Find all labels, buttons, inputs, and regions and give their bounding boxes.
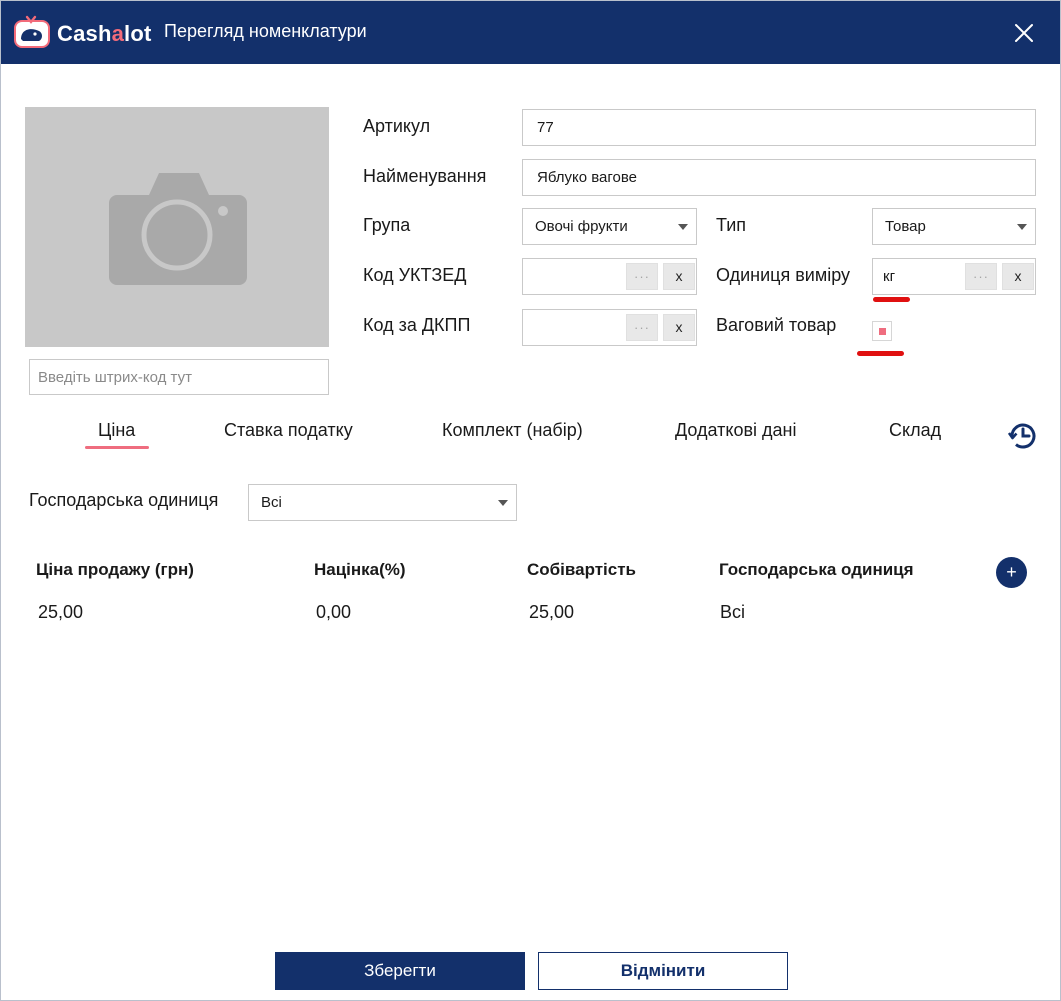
- tab-kit[interactable]: Комплект (набір): [442, 420, 583, 441]
- name-label: Найменування: [363, 166, 487, 186]
- brand-name: Cashalot: [57, 21, 152, 46]
- history-clock-icon: [1007, 423, 1036, 449]
- tab-additional-data[interactable]: Додаткові дані: [675, 420, 796, 441]
- unit-browse-button[interactable]: ···: [965, 263, 997, 290]
- tab-composition[interactable]: Склад: [889, 420, 941, 441]
- article-field[interactable]: 77: [522, 109, 1036, 146]
- cell-sale-price[interactable]: 25,00: [38, 602, 83, 623]
- dkpp-label: Код за ДКПП: [363, 315, 471, 335]
- close-icon: [1015, 24, 1033, 42]
- uktzed-browse-button[interactable]: ···: [626, 263, 658, 290]
- type-value: Товар: [885, 218, 926, 235]
- cell-markup[interactable]: 0,00: [316, 602, 351, 623]
- tab-price[interactable]: Ціна: [98, 420, 135, 441]
- weighted-label: Ваговий товар: [716, 315, 837, 335]
- uktzed-picker[interactable]: ··· x: [522, 258, 697, 295]
- title-bar: Cashalot Перегляд номенклатури: [1, 1, 1060, 64]
- group-select[interactable]: Овочі фрукти: [522, 208, 697, 245]
- camera-icon: [109, 173, 247, 285]
- unit-value: кг: [883, 268, 896, 285]
- uktzed-label: Код УКТЗЕД: [363, 265, 467, 285]
- chevron-down-icon: [1017, 224, 1027, 230]
- business-unit-select[interactable]: Всі: [248, 484, 517, 521]
- active-tab-indicator: [85, 446, 149, 449]
- cancel-button[interactable]: Відмінити: [538, 952, 788, 990]
- article-label: Артикул: [363, 116, 431, 136]
- cell-cost[interactable]: 25,00: [529, 602, 574, 623]
- dkpp-browse-button[interactable]: ···: [626, 314, 658, 341]
- plus-icon: +: [1006, 562, 1017, 582]
- column-header-cost: Собівартість: [527, 560, 637, 579]
- business-unit-value: Всі: [261, 494, 282, 511]
- item-photo-placeholder[interactable]: [25, 107, 329, 347]
- chevron-down-icon: [678, 224, 688, 230]
- annotation-underline-unit: [873, 297, 910, 302]
- window-title: Перегляд номенклатури: [164, 21, 367, 41]
- chevron-down-icon: [498, 500, 508, 506]
- column-header-business-unit: Господарська одиниця: [719, 560, 914, 579]
- save-button[interactable]: Зберегти: [275, 952, 525, 990]
- uktzed-clear-button[interactable]: x: [663, 263, 695, 290]
- dkpp-clear-button[interactable]: x: [663, 314, 695, 341]
- cashalot-logo: Cashalot: [13, 15, 151, 51]
- annotation-underline-weighted: [857, 351, 904, 356]
- name-field[interactable]: Яблуко вагове: [522, 159, 1036, 196]
- weighted-checkbox[interactable]: [872, 321, 892, 341]
- history-button[interactable]: [1007, 420, 1039, 452]
- column-header-sale-price: Ціна продажу (грн): [36, 560, 194, 579]
- type-select[interactable]: Товар: [872, 208, 1036, 245]
- cell-business-unit[interactable]: Всі: [720, 602, 745, 623]
- column-header-markup: Націнка(%): [314, 560, 406, 579]
- item-view-window: Cashalot Перегляд номенклатури Артикул 7…: [0, 0, 1061, 1001]
- type-label: Тип: [716, 215, 747, 235]
- group-value: Овочі фрукти: [535, 218, 628, 235]
- tab-tax-rate[interactable]: Ставка податку: [224, 420, 353, 441]
- dkpp-picker[interactable]: ··· x: [522, 309, 697, 346]
- unit-clear-button[interactable]: x: [1002, 263, 1034, 290]
- cashalot-whale-logo-icon: [14, 15, 50, 48]
- close-button[interactable]: [1007, 17, 1041, 49]
- business-unit-filter-label: Господарська одиниця: [29, 490, 219, 510]
- group-label: Група: [363, 215, 411, 235]
- unit-label: Одиниця виміру: [716, 265, 851, 285]
- unit-picker[interactable]: кг ··· x: [872, 258, 1036, 295]
- barcode-input[interactable]: [29, 359, 329, 395]
- add-price-button[interactable]: +: [996, 557, 1027, 588]
